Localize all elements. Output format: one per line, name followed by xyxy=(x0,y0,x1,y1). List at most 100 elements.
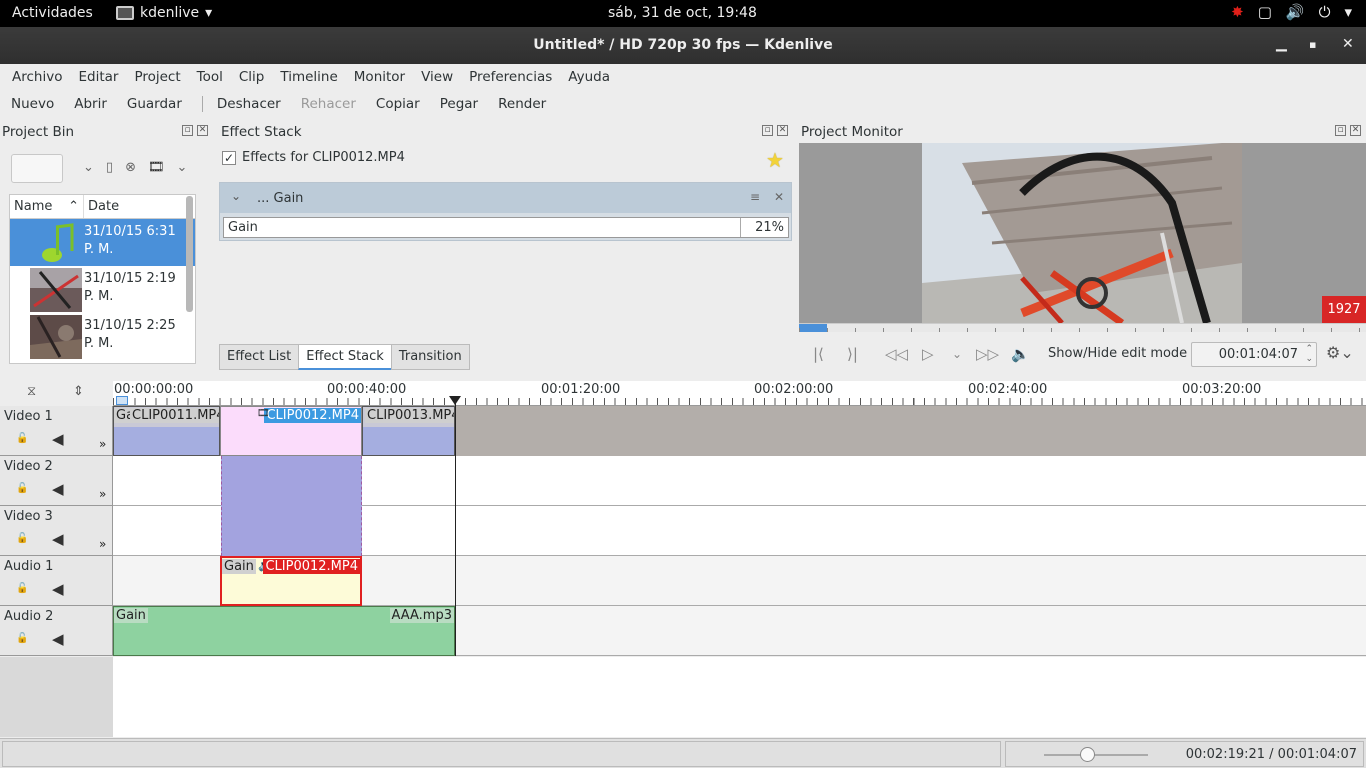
gain-slider[interactable]: Gain 21% xyxy=(223,217,789,238)
zoom-slider-track[interactable] xyxy=(1044,754,1148,756)
monitor-ruler[interactable] xyxy=(799,323,1366,332)
go-to-start-icon[interactable]: |⟨ xyxy=(813,345,824,363)
open-button[interactable]: Abrir xyxy=(74,96,107,112)
float-icon[interactable]: ▫ xyxy=(762,125,773,136)
mute-icon[interactable]: ◀ xyxy=(52,580,64,598)
menu-timeline[interactable]: Timeline xyxy=(280,69,337,85)
column-name[interactable]: Name ⌃ xyxy=(10,195,84,218)
rewind-icon[interactable]: ◁◁ xyxy=(885,345,908,363)
chevron-down-icon[interactable]: ▾ xyxy=(1344,3,1352,21)
mute-icon[interactable]: ◀ xyxy=(52,430,64,448)
track-header-audio-2[interactable]: Audio 2 🔓 ◀ xyxy=(0,606,113,656)
expand-icon[interactable]: » xyxy=(99,537,106,551)
save-button[interactable]: Guardar xyxy=(127,96,182,112)
menu-archivo[interactable]: Archivo xyxy=(12,69,62,85)
collapse-chevron-icon[interactable]: ⌄ xyxy=(231,189,241,203)
clip-audio-clip0012[interactable]: Gain 🔈 CLIP0012.MP4 xyxy=(220,556,362,606)
timeline-ruler[interactable]: 00:00:00:00 00:00:40:00 00:01:20:00 00:0… xyxy=(113,381,1366,406)
monitor-viewport[interactable] xyxy=(799,143,1366,323)
power-icon[interactable]: ⏻ xyxy=(1319,3,1331,21)
playhead-line[interactable] xyxy=(455,398,456,656)
render-button[interactable]: Render xyxy=(498,96,546,112)
volume-icon[interactable]: 🔊 xyxy=(1286,3,1305,21)
clip-clip0011[interactable]: Ga CLIP0011.MP4 xyxy=(113,406,220,456)
paste-button[interactable]: Pegar xyxy=(440,96,478,112)
close-icon[interactable]: ✕ xyxy=(1342,36,1354,52)
float-icon[interactable]: ▫ xyxy=(182,125,193,136)
document-icon[interactable]: ▯ xyxy=(106,160,113,175)
monitor-config-icon[interactable]: ⚙⌄ xyxy=(1326,343,1354,362)
column-date[interactable]: Date xyxy=(84,195,195,218)
clip-clip0012-selected[interactable]: CLIP0012.MP4 🎞 xyxy=(220,406,362,456)
zoom-slider-knob[interactable] xyxy=(1080,747,1095,762)
delete-clip-icon[interactable]: ⊗ xyxy=(125,160,136,175)
effects-enabled-checkbox[interactable]: ✓ xyxy=(222,150,236,165)
timecode-spinner[interactable]: ⌃ ⌄ xyxy=(1305,344,1313,364)
app-menu[interactable]: kdenlive ▾ xyxy=(116,5,212,21)
expand-icon[interactable]: » xyxy=(99,487,106,501)
clip-clip0013[interactable]: CLIP0013.MP4 xyxy=(362,406,455,456)
chevron-down-icon[interactable]: ⌄ xyxy=(176,160,187,175)
clock[interactable]: sáb, 31 de oct, 19:48 xyxy=(608,5,757,21)
close-icon[interactable]: ✕ xyxy=(777,125,788,136)
tab-effect-stack[interactable]: Effect Stack xyxy=(298,344,392,370)
zone-start-marker[interactable] xyxy=(116,396,128,405)
favorite-star-icon[interactable]: ★ xyxy=(766,148,784,172)
chevron-down-icon[interactable]: ⌄ xyxy=(83,160,94,175)
gain-param-value[interactable]: 21% xyxy=(741,218,788,237)
zoom-fit-icon[interactable]: ⧖ xyxy=(27,384,36,399)
copy-button[interactable]: Copiar xyxy=(376,96,420,112)
mute-icon[interactable]: ◀ xyxy=(52,630,64,648)
lock-icon[interactable]: 🔓 xyxy=(16,483,28,494)
mute-icon[interactable]: ◀ xyxy=(52,480,64,498)
menu-monitor[interactable]: Monitor xyxy=(354,69,405,85)
remove-effect-icon[interactable]: ✕ xyxy=(774,190,784,204)
mute-icon[interactable]: ◀ xyxy=(52,530,64,548)
edit-mode-toggle[interactable]: Show/Hide edit mode xyxy=(1048,346,1187,361)
list-item[interactable]: 31/10/15 2:19 P. M. xyxy=(10,266,195,313)
menu-editar[interactable]: Editar xyxy=(78,69,118,85)
bin-search-input[interactable] xyxy=(11,154,63,183)
track-header-video-1[interactable]: Video 1 🔓 ◀ » xyxy=(0,406,113,456)
update-notifier-icon[interactable]: ✸ xyxy=(1231,3,1244,21)
menu-project[interactable]: Project xyxy=(134,69,180,85)
list-item[interactable]: 31/10/15 6:31 P. M. xyxy=(10,219,195,266)
float-icon[interactable]: ▫ xyxy=(1335,125,1346,136)
track-height-icon[interactable]: ⇕ xyxy=(73,384,84,399)
close-icon[interactable]: ✕ xyxy=(197,125,208,136)
track-header-audio-1[interactable]: Audio 1 🔓 ◀ xyxy=(0,556,113,606)
track-header-video-3[interactable]: Video 3 🔓 ◀ » xyxy=(0,506,113,556)
new-button[interactable]: Nuevo xyxy=(11,96,54,112)
menu-tool[interactable]: Tool xyxy=(197,69,223,85)
maximize-icon[interactable]: ▪ xyxy=(1309,38,1316,51)
lock-icon[interactable]: 🔓 xyxy=(16,633,28,644)
tab-transition[interactable]: Transition xyxy=(390,344,470,370)
list-item[interactable]: 31/10/15 2:25 P. M. xyxy=(10,313,195,360)
expand-icon[interactable]: » xyxy=(99,437,106,451)
track-header-video-2[interactable]: Video 2 🔓 ◀ » xyxy=(0,456,113,506)
monitor-timecode-input[interactable]: 00:01:04:07 ⌃ ⌄ xyxy=(1191,342,1317,367)
close-icon[interactable]: ✕ xyxy=(1350,125,1361,136)
menu-ayuda[interactable]: Ayuda xyxy=(568,69,610,85)
menu-view[interactable]: View xyxy=(421,69,453,85)
timeline-empty-area[interactable] xyxy=(113,657,1366,737)
play-icon[interactable]: ▷ xyxy=(922,345,934,363)
lock-icon[interactable]: 🔓 xyxy=(16,433,28,444)
chevron-down-icon[interactable]: ⌄ xyxy=(952,347,962,361)
tab-effect-list[interactable]: Effect List xyxy=(219,344,300,370)
volume-icon[interactable]: 🔈 xyxy=(1011,345,1030,363)
menu-preferencias[interactable]: Preferencias xyxy=(469,69,552,85)
effect-menu-icon[interactable]: ≡ xyxy=(750,190,760,204)
activities-button[interactable]: Actividades xyxy=(12,5,93,21)
go-to-end-icon[interactable]: ⟩| xyxy=(847,345,858,363)
lock-icon[interactable]: 🔓 xyxy=(16,583,28,594)
forward-icon[interactable]: ▷▷ xyxy=(976,345,999,363)
effects-for-toggle[interactable]: ✓ Effects for CLIP0012.MP4 xyxy=(222,150,405,165)
undo-button[interactable]: Deshacer xyxy=(217,96,281,112)
effect-header[interactable]: ⌄ ... Gain ≡ ✕ xyxy=(220,183,791,213)
bin-scrollbar[interactable] xyxy=(186,196,193,312)
clip-aaa-mp3[interactable]: Gain AAA.mp3 xyxy=(113,606,455,656)
add-clip-icon[interactable]: 🎞 xyxy=(148,160,165,175)
menu-clip[interactable]: Clip xyxy=(239,69,265,85)
lock-icon[interactable]: 🔓 xyxy=(16,533,28,544)
